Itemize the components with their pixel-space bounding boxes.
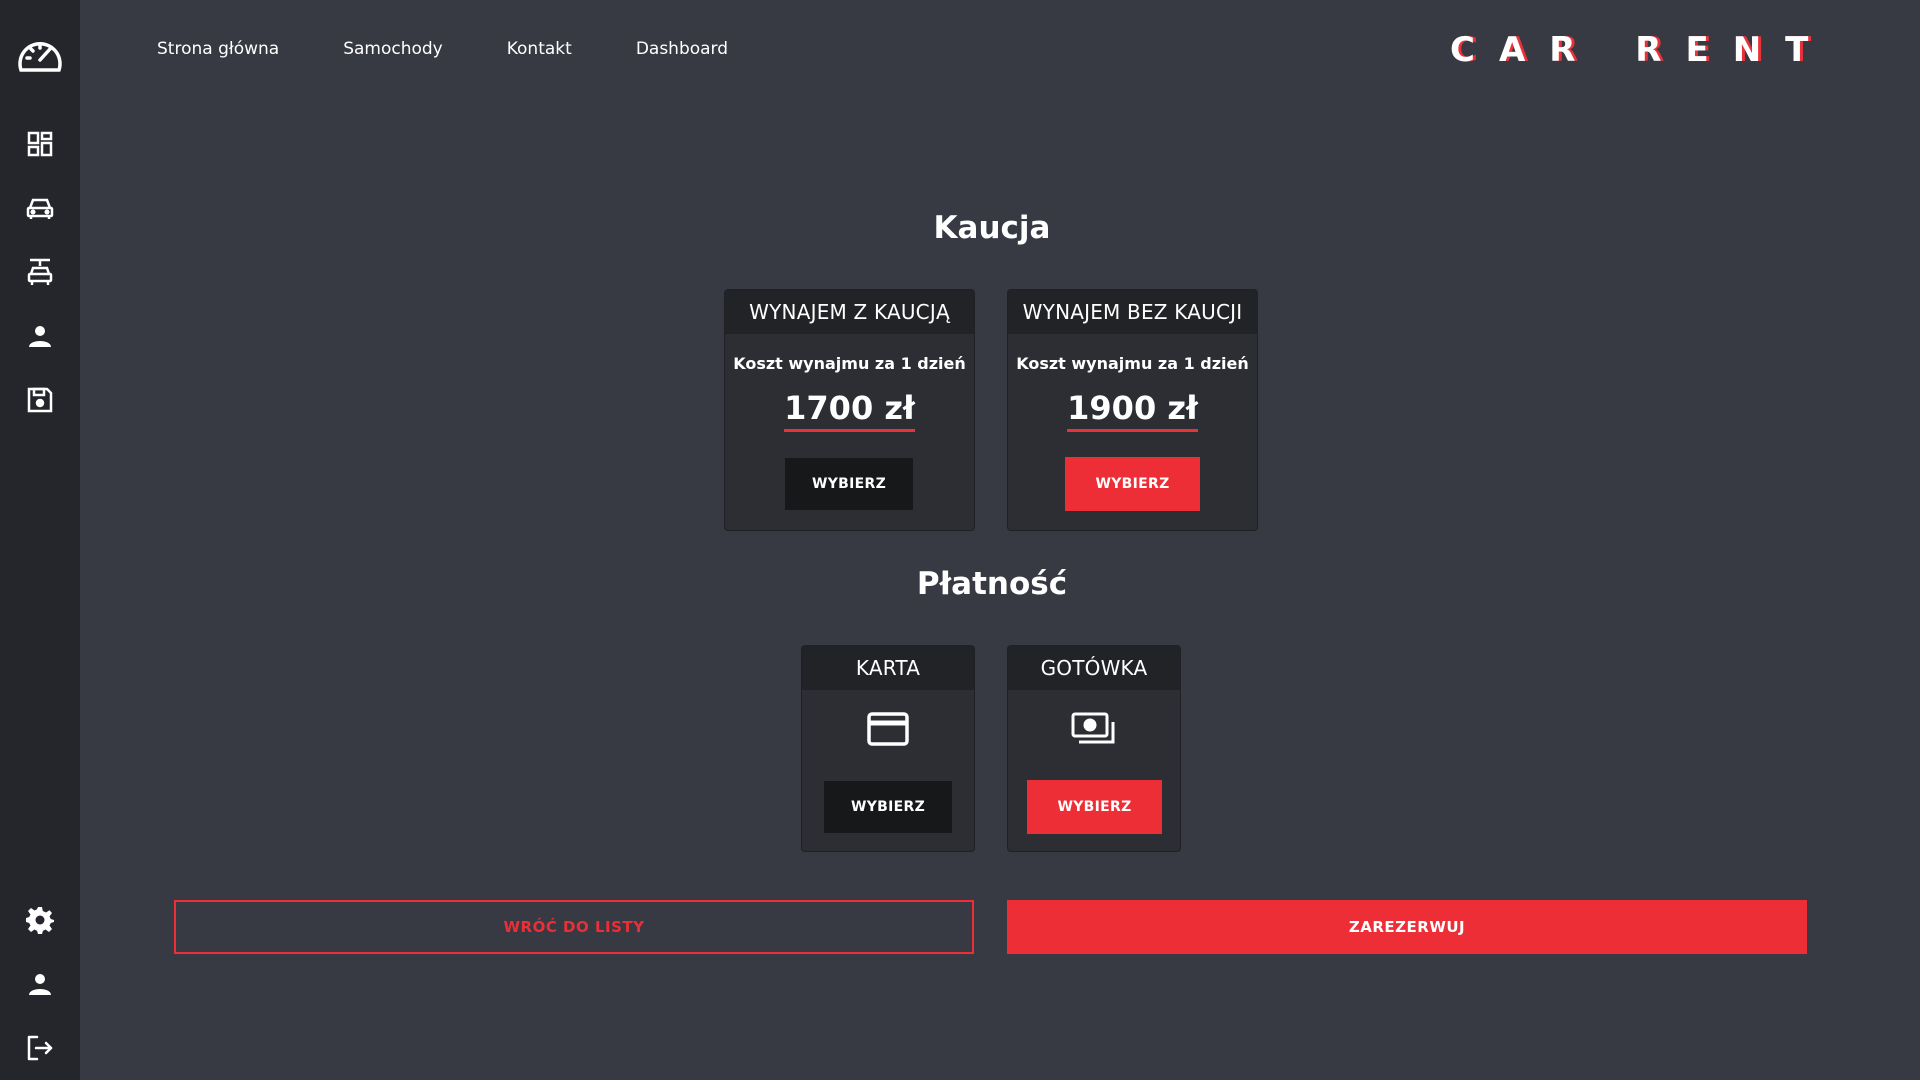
choose-cash-button[interactable]: WYBIERZ	[1027, 780, 1162, 834]
user-icon[interactable]	[22, 318, 58, 354]
nav-contact[interactable]: Kontakt	[507, 36, 572, 62]
nav-home[interactable]: Strona główna	[157, 36, 279, 62]
deposit-card-without-deposit: WYNAJEM BEZ KAUCJI Koszt wynajmu za 1 dz…	[1007, 289, 1258, 531]
card-subtitle: Koszt wynajmu za 1 dzień	[733, 354, 966, 373]
gear-icon[interactable]	[22, 902, 58, 938]
nav-dashboard[interactable]: Dashboard	[636, 36, 728, 62]
car-rental-icon[interactable]	[22, 254, 58, 290]
save-icon[interactable]	[22, 382, 58, 418]
card-header: KARTA	[802, 646, 974, 690]
card-header: WYNAJEM BEZ KAUCJI	[1008, 290, 1257, 334]
back-to-list-button[interactable]: WRÓĆ DO LISTY	[174, 900, 974, 954]
cash-icon	[1008, 712, 1180, 748]
speedometer-icon[interactable]	[15, 36, 65, 76]
top-nav: Strona główna Samochody Kontakt Dashboar…	[157, 36, 728, 62]
nav-cars[interactable]: Samochody	[343, 36, 443, 62]
deposit-card-with-deposit: WYNAJEM Z KAUCJĄ Koszt wynajmu za 1 dzie…	[724, 289, 975, 531]
card-price: 1700 zł	[784, 389, 915, 432]
card-header: WYNAJEM Z KAUCJĄ	[725, 290, 974, 334]
choose-with-deposit-button[interactable]: WYBIERZ	[785, 458, 913, 510]
credit-card-icon	[802, 712, 974, 746]
dashboard-grid-icon[interactable]	[22, 126, 58, 162]
reserve-button[interactable]: ZAREZERWUJ	[1007, 900, 1807, 954]
choose-card-button[interactable]: WYBIERZ	[824, 781, 952, 833]
choose-without-deposit-button[interactable]: WYBIERZ	[1065, 457, 1200, 511]
brand-logo[interactable]: CAR RENT	[1450, 28, 1832, 72]
deposit-title: Kaucja	[933, 210, 1051, 246]
card-header: GOTÓWKA	[1008, 646, 1180, 690]
card-price: 1900 zł	[1067, 389, 1198, 432]
payment-card-cash: GOTÓWKA WYBIERZ	[1007, 645, 1181, 852]
payment-card-card: KARTA WYBIERZ	[801, 645, 975, 852]
card-subtitle: Koszt wynajmu za 1 dzień	[1016, 354, 1249, 373]
profile-icon[interactable]	[22, 966, 58, 1002]
payment-title: Płatność	[916, 566, 1068, 602]
sidebar	[0, 0, 80, 1080]
logout-icon[interactable]	[22, 1030, 58, 1066]
